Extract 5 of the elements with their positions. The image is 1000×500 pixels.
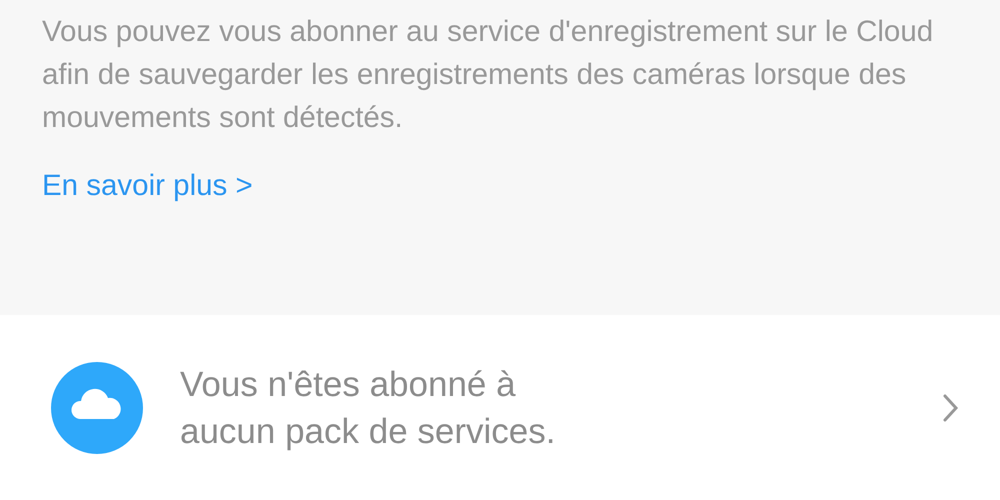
cloud-icon [50, 360, 144, 454]
description-text: Vous pouvez vous abonner au service d'enregistrement sur le Cloud afin de sauvegarder les enregistrements des caméras lorsque des mouvements sont détectés. [42, 14, 934, 136]
chevron-right-icon[interactable] [942, 392, 960, 422]
learn-more-link[interactable]: En savoir plus > [42, 169, 253, 203]
subscription-status[interactable]: Vous n'êtes abonné à aucun pack de services. [180, 360, 561, 454]
